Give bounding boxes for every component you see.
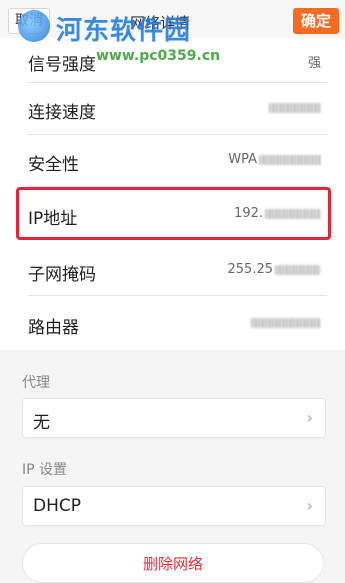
detail-label: 连接速度 <box>28 103 96 123</box>
detail-value: 强 <box>307 56 321 71</box>
detail-row-router: 路由器 <box>0 297 345 349</box>
chevron-right-icon: › <box>306 496 313 515</box>
detail-value: 255.25 <box>228 262 321 277</box>
proxy-selected-value: 无 <box>33 413 50 433</box>
delete-network-button[interactable]: 删除网络 <box>22 543 324 583</box>
detail-value: WPA <box>228 152 321 167</box>
chevron-right-icon: › <box>306 408 313 427</box>
watermark-url: www.pc0359.cn <box>96 48 221 64</box>
detail-row-security: 安全性 WPA <box>0 134 345 186</box>
detail-label: 路由器 <box>28 318 79 338</box>
divider <box>28 295 327 296</box>
detail-label: 子网掩码 <box>28 265 96 285</box>
detail-label: 信号强度 <box>28 55 96 75</box>
proxy-select[interactable]: 无 › <box>22 398 326 438</box>
highlight-box <box>16 187 331 240</box>
watermark-text: 河东软件园 <box>56 16 192 46</box>
watermark-logo-icon <box>18 10 50 42</box>
ip-settings-section-label: IP 设置 <box>22 462 68 478</box>
detail-row-speed: 连接速度 <box>0 82 345 134</box>
delete-network-label: 删除网络 <box>142 555 203 573</box>
detail-value-obscured <box>249 315 321 330</box>
ip-settings-select[interactable]: DHCP › <box>22 486 326 526</box>
detail-label: 安全性 <box>28 155 79 175</box>
proxy-section-label: 代理 <box>22 375 50 391</box>
detail-row-subnet-mask: 子网掩码 255.25 <box>0 244 345 296</box>
ip-settings-selected-value: DHCP <box>33 496 81 516</box>
detail-value-obscured <box>267 100 321 115</box>
confirm-button[interactable]: 确定 <box>293 8 339 34</box>
